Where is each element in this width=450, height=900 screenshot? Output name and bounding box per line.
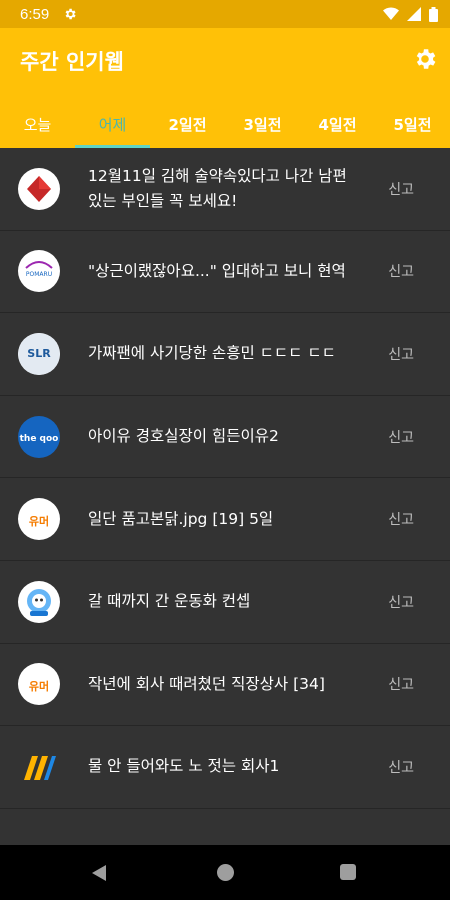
list-item[interactable]: 갈 때까지 간 운동화 컨셉 신고 [0,561,450,644]
post-title: 물 안 들어와도 노 젓는 회사1 [88,757,280,776]
post-title: 12월11일 김해 술약속있다고 나간 남편있는 부인들 꼭 보세요! [88,166,347,210]
slr-logo-icon: SLR [18,332,60,375]
list-item[interactable]: 12월11일 김해 술약속있다고 나간 남편있는 부인들 꼭 보세요! 신고 [0,148,450,231]
status-bar: 6:59 [0,0,450,28]
tab-3-days-ago[interactable]: 3일전 [225,100,300,148]
tab-today[interactable]: 오늘 [0,100,75,148]
humor-logo-icon: 유머 [18,663,60,706]
list-item[interactable]: 유머 작년에 회사 때려쳤던 직장상사 [34] 신고 [0,644,450,727]
tab-2-days-ago[interactable]: 2일전 [150,100,225,148]
list-item[interactable]: the qoo 아이유 경호실장이 힘든이유2 신고 [0,396,450,479]
tab-yesterday[interactable]: 어제 [75,100,150,148]
logo-text: 유머 [29,514,49,528]
tab-label: 5일전 [393,115,432,134]
app-bar: 주간 인기웹 오늘 어제 2일전 3일전 4일전 5일전 [0,28,450,148]
back-icon[interactable] [90,864,108,882]
report-button[interactable]: 신고 [388,427,414,447]
logo-text: SLR [27,347,51,360]
report-button[interactable]: 신고 [388,344,414,364]
post-title: 아이유 경호실장이 힘든이유2 [88,427,279,446]
tab-4-days-ago[interactable]: 4일전 [300,100,375,148]
logo-text: 유머 [29,679,49,693]
tab-label: 오늘 [23,115,52,134]
tab-label: 2일전 [168,115,207,134]
system-nav-bar [0,845,450,900]
post-title: 일단 품고본닭.jpg [19] 5일 [88,509,274,528]
theqoo-logo-icon: the qoo [18,415,60,458]
mascot-logo-icon [18,580,60,623]
post-title: 갈 때까지 간 운동화 컨셉 [88,592,251,611]
list-item[interactable]: SLR 가짜팬에 사기당한 손흥민 ㄷㄷㄷ ㄷㄷ 신고 [0,313,450,396]
signal-icon [407,7,421,21]
post-title: 가짜팬에 사기당한 손흥민 ㄷㄷㄷ ㄷㄷ [88,344,336,363]
tab-label: 4일전 [318,115,357,134]
post-title: "상근이랬잖아요..." 입대하고 보니 현역 [88,261,346,280]
report-button[interactable]: 신고 [388,261,414,281]
logo-text: POMARU [26,271,52,278]
settings-notification-icon [65,8,76,20]
tab-label: 3일전 [243,115,282,134]
report-button[interactable]: 신고 [388,179,414,199]
recent-apps-icon[interactable] [340,864,356,880]
striped-logo-icon [18,746,60,788]
list-item[interactable]: POMARU "상근이랬잖아요..." 입대하고 보니 현역 신고 [0,231,450,314]
home-icon[interactable] [217,864,234,881]
day-tabs: 오늘 어제 2일전 3일전 4일전 5일전 [0,100,450,148]
list-item[interactable]: 유머 일단 품고본닭.jpg [19] 5일 신고 [0,478,450,561]
post-title: 작년에 회사 때려쳤던 직장상사 [34] [88,674,325,693]
tab-5-days-ago[interactable]: 5일전 [375,100,450,148]
report-button[interactable]: 신고 [388,674,414,694]
status-time: 6:59 [20,5,50,23]
report-button[interactable]: 신고 [388,592,414,612]
red-diamond-logo-icon [18,167,60,210]
list-item[interactable]: 물 안 들어와도 노 젓는 회사1 신고 [0,726,450,809]
report-button[interactable]: 신고 [388,757,414,777]
battery-icon [429,6,438,22]
settings-gear-icon[interactable] [412,46,438,72]
site-logo-icon: POMARU [18,250,60,293]
post-list: 12월11일 김해 술약속있다고 나간 남편있는 부인들 꼭 보세요! 신고 P… [0,148,450,845]
report-button[interactable]: 신고 [388,509,414,529]
app-title: 주간 인기웹 [20,50,124,74]
tab-label: 어제 [98,115,127,134]
humor-logo-icon: 유머 [18,498,60,541]
logo-text: the qoo [20,434,59,444]
wifi-icon [383,7,399,20]
